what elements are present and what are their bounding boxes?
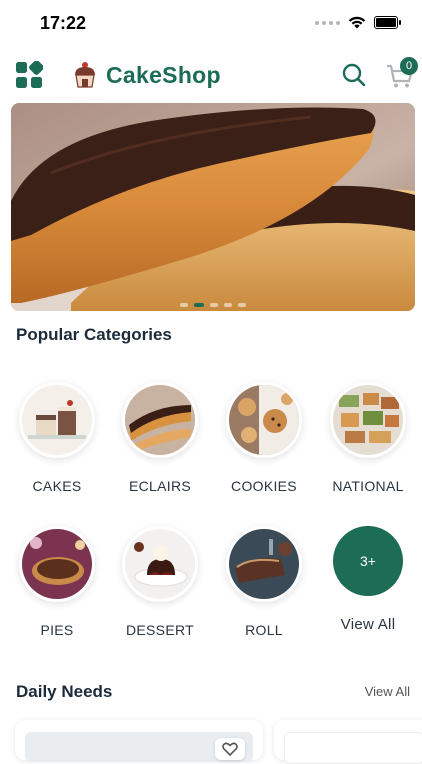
- search-icon[interactable]: [342, 63, 366, 87]
- category-label: DESSERT: [126, 622, 194, 638]
- category-label: NATIONAL: [332, 478, 404, 494]
- view-all-label: View All: [340, 616, 396, 633]
- battery-icon: [374, 16, 401, 29]
- category-grid-icon[interactable]: [15, 61, 43, 89]
- heart-icon: [222, 742, 238, 756]
- more-categories-count[interactable]: 3+: [333, 526, 403, 596]
- banner-dot[interactable]: [224, 303, 232, 307]
- status-icons: [315, 16, 401, 29]
- category-dessert[interactable]: DESSERT: [108, 526, 212, 638]
- daily-needs-product-card[interactable]: [274, 720, 422, 764]
- roll-thumbnail: [226, 526, 302, 602]
- category-cookies[interactable]: COOKIES: [212, 382, 316, 494]
- banner-dot[interactable]: [238, 303, 246, 307]
- banner-pagination[interactable]: [11, 303, 415, 307]
- view-all-categories-button[interactable]: 3+ View All: [316, 526, 420, 633]
- cellular-signal-icon: [315, 20, 340, 25]
- cookies-thumbnail: [226, 382, 302, 458]
- daily-needs-view-all-link[interactable]: View All: [365, 684, 410, 699]
- product-image: [284, 732, 422, 764]
- wifi-icon: [348, 16, 366, 29]
- category-label: ECLAIRS: [128, 478, 191, 494]
- category-label: ROLL: [245, 622, 283, 638]
- category-roll[interactable]: ROLL: [212, 526, 316, 638]
- category-label: CAKES: [32, 478, 82, 494]
- category-label: PIES: [40, 622, 74, 638]
- daily-needs-product-card[interactable]: [15, 720, 263, 762]
- cart-count-badge: 0: [400, 57, 418, 75]
- daily-needs-title: Daily Needs: [16, 682, 113, 701]
- category-pies[interactable]: PIES: [5, 526, 109, 638]
- cakes-thumbnail: [19, 382, 95, 458]
- national-thumbnail: [330, 382, 406, 458]
- popular-categories-title: Popular Categories: [16, 325, 172, 344]
- category-cakes[interactable]: CAKES: [5, 382, 109, 494]
- cupcake-logo-icon: [75, 62, 95, 88]
- category-national[interactable]: NATIONAL: [316, 382, 420, 494]
- dessert-thumbnail: [122, 526, 198, 602]
- banner-dot-active[interactable]: [194, 303, 204, 307]
- category-eclairs[interactable]: ECLAIRS: [108, 382, 212, 494]
- eclairs-banner-image: [11, 103, 415, 311]
- promo-banner[interactable]: [11, 103, 415, 311]
- brand-name: CakeShop: [106, 62, 221, 88]
- eclairs-thumbnail: [122, 382, 198, 458]
- status-time: 17:22: [40, 13, 87, 33]
- app-header: CakeShop 0: [0, 54, 422, 98]
- category-label: COOKIES: [231, 478, 297, 494]
- banner-dot[interactable]: [210, 303, 218, 307]
- favorite-button[interactable]: [215, 738, 245, 760]
- banner-dot[interactable]: [180, 303, 188, 307]
- pies-thumbnail: [19, 526, 95, 602]
- status-bar: 17:22: [0, 0, 422, 48]
